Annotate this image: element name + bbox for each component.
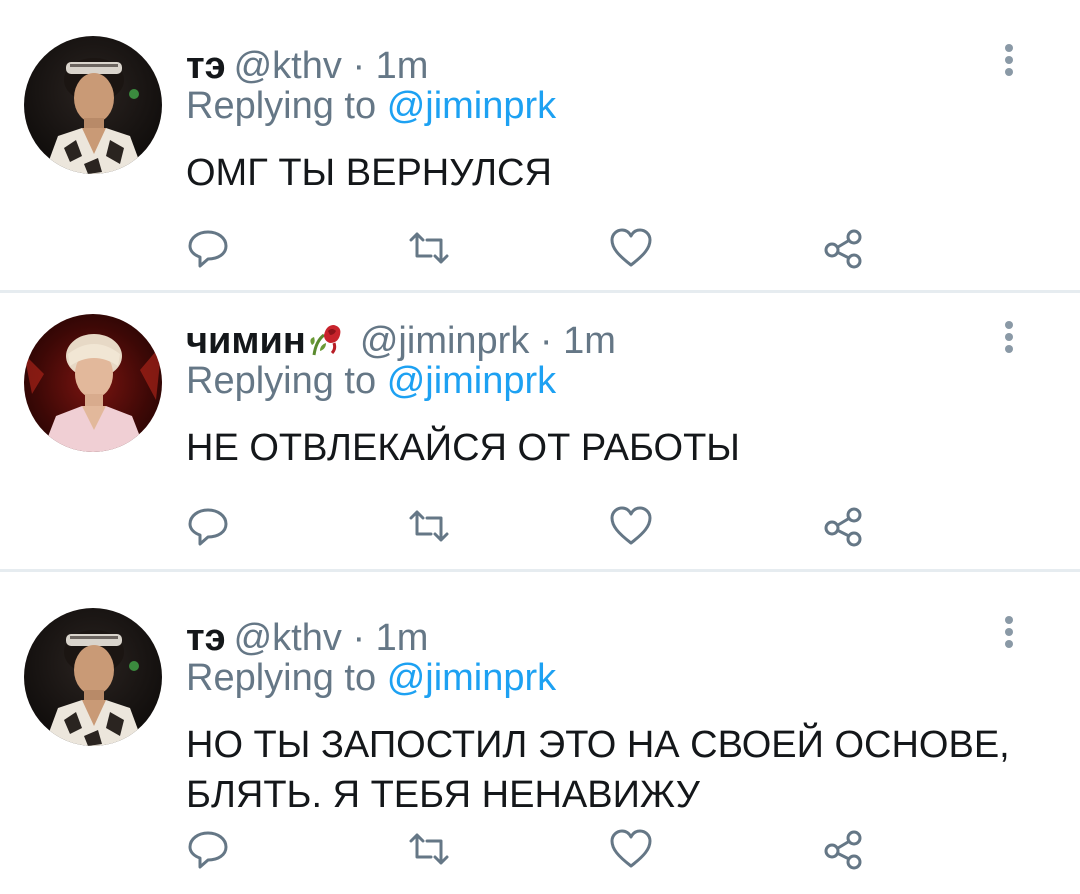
handle[interactable]: @kthv <box>234 45 342 87</box>
avatar[interactable] <box>24 608 162 746</box>
tweet[interactable]: тэ @kthv · 1m Replying to @jiminprk НО ТЫ… <box>0 572 1080 894</box>
tweet-actions <box>0 501 1080 551</box>
like-icon[interactable] <box>606 824 656 874</box>
share-icon[interactable] <box>818 824 868 874</box>
display-name[interactable]: тэ <box>186 45 226 87</box>
reply-context: Replying to @jiminprk <box>186 359 556 403</box>
timestamp: · 1m <box>352 617 429 659</box>
reply-target-link[interactable]: @jiminprk <box>387 657 556 699</box>
reply-icon[interactable] <box>183 223 233 273</box>
tweet-header: тэ @kthv · 1m <box>186 616 428 660</box>
reply-context: Replying to @jiminprk <box>186 84 556 128</box>
retweet-icon[interactable] <box>404 824 454 874</box>
avatar[interactable] <box>24 314 162 452</box>
tweet-header: тэ @kthv · 1m <box>186 44 428 88</box>
tweet[interactable]: тэ @kthv · 1m Replying to @jiminprk ОМГ Т… <box>0 0 1080 290</box>
reply-icon[interactable] <box>183 824 233 874</box>
handle[interactable]: @jiminprk <box>360 320 529 362</box>
reply-target-link[interactable]: @jiminprk <box>387 85 556 127</box>
share-icon[interactable] <box>818 501 868 551</box>
timestamp: · 1m <box>352 45 429 87</box>
handle[interactable]: @kthv <box>234 617 342 659</box>
like-icon[interactable] <box>606 223 656 273</box>
display-name[interactable]: чимин <box>186 320 306 362</box>
timeline: тэ @kthv · 1m Replying to @jiminprk ОМГ Т… <box>0 0 1080 894</box>
like-icon[interactable] <box>606 501 656 551</box>
display-name[interactable]: тэ <box>186 617 226 659</box>
tweet-text: НО ТЫ ЗАПОСТИЛ ЭТО НА СВОЕЙ ОСНОВЕ, БЛЯТ… <box>186 724 1010 816</box>
reply-target-link[interactable]: @jiminprk <box>387 360 556 402</box>
reply-label: Replying to <box>186 360 377 402</box>
tweet-text: ОМГ ТЫ ВЕРНУЛСЯ <box>186 152 552 194</box>
tweet-actions <box>0 824 1080 874</box>
share-icon[interactable] <box>818 223 868 273</box>
retweet-icon[interactable] <box>404 501 454 551</box>
avatar[interactable] <box>24 36 162 174</box>
tweet-actions <box>0 223 1080 273</box>
more-vertical-icon[interactable] <box>994 317 1024 357</box>
more-vertical-icon[interactable] <box>994 40 1024 80</box>
timestamp: · 1m <box>539 320 616 362</box>
reply-label: Replying to <box>186 657 377 699</box>
reply-icon[interactable] <box>183 501 233 551</box>
retweet-icon[interactable] <box>404 223 454 273</box>
more-vertical-icon[interactable] <box>994 612 1024 652</box>
tweet[interactable]: чимин @jiminprk · 1m Replying to @jiminpr… <box>0 293 1080 569</box>
reply-label: Replying to <box>186 85 377 127</box>
reply-context: Replying to @jiminprk <box>186 656 556 700</box>
tweet-text: НЕ ОТВЛЕКАЙСЯ ОТ РАБОТЫ <box>186 427 740 469</box>
